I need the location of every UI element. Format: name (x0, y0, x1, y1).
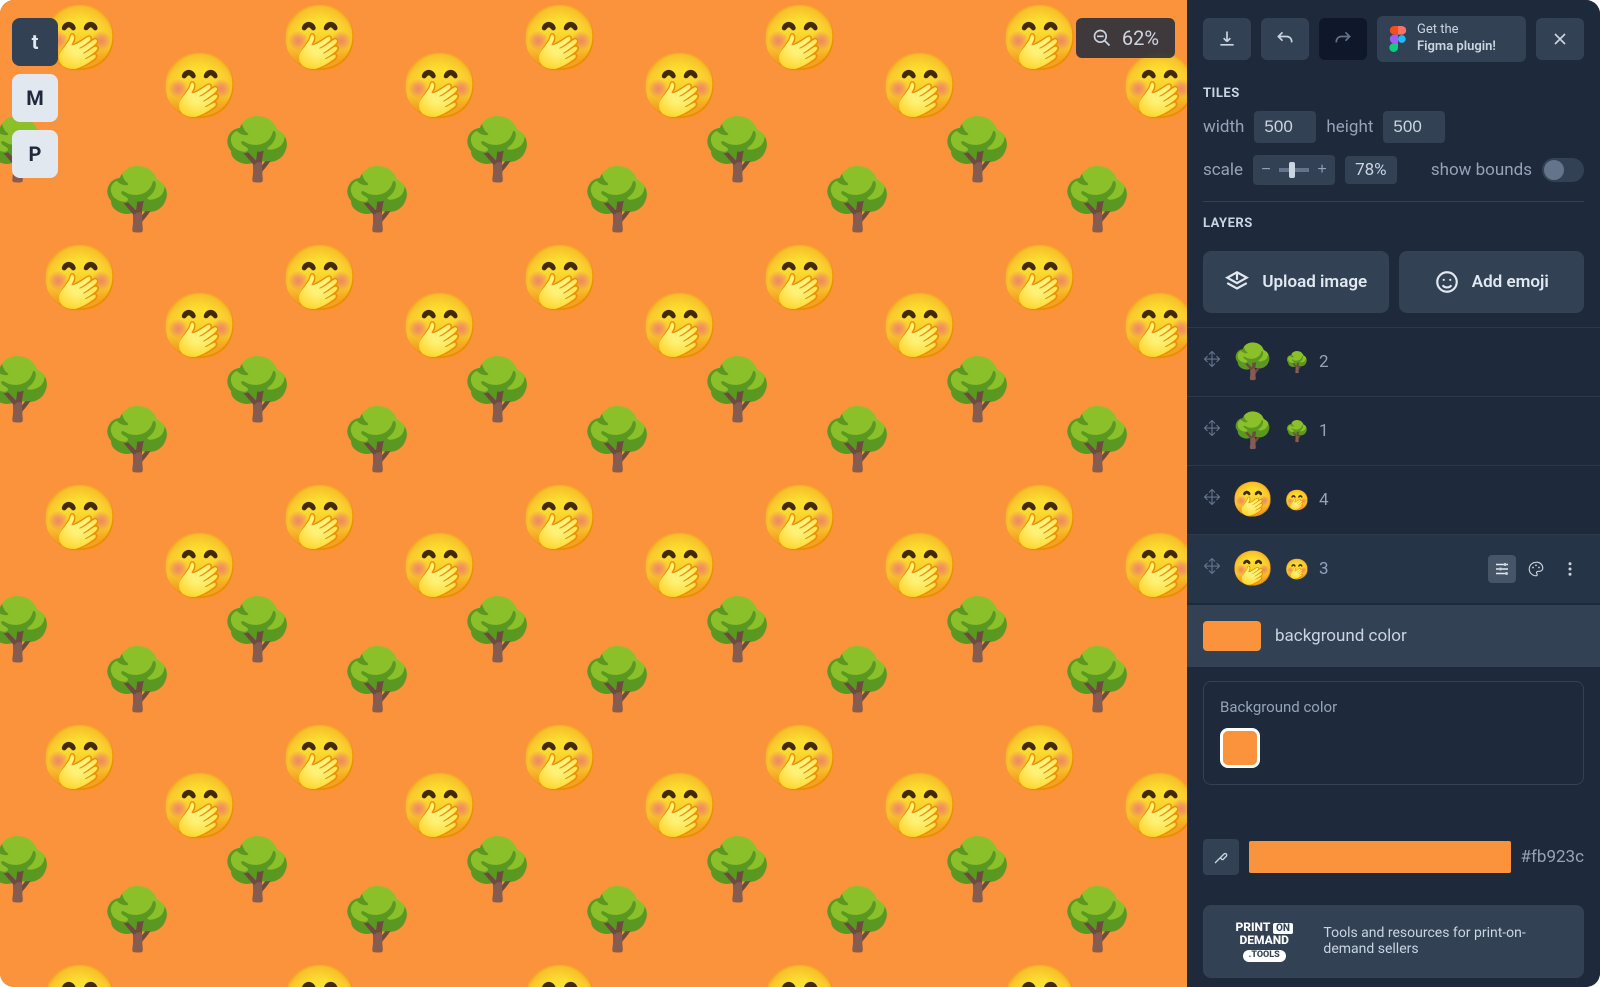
eyedropper-button[interactable] (1203, 839, 1239, 875)
pinterest-icon: P (29, 142, 42, 166)
width-label: width (1203, 117, 1244, 137)
panel-topbar: Get the Figma plugin! (1187, 0, 1600, 72)
background-edit-label: Background color (1220, 698, 1567, 716)
layer-row[interactable]: 🌳 🌳 1 (1187, 396, 1600, 465)
layer-row[interactable]: 🤭 🤭 3 (1187, 534, 1600, 603)
figma-icon (1389, 26, 1407, 52)
drag-handle-icon[interactable] (1203, 419, 1221, 442)
emoji-icon (1434, 269, 1460, 295)
layer-settings-button[interactable] (1488, 555, 1516, 583)
promo-text: Tools and resources for print-on-demand … (1323, 925, 1568, 957)
layer-index: 2 (1319, 352, 1329, 372)
layer-index: 3 (1319, 559, 1329, 579)
layer-thumb-small: 🌳 (1285, 419, 1309, 443)
layer-more-button[interactable] (1556, 555, 1584, 583)
layer-thumb: 🌳 (1231, 340, 1275, 384)
layer-row[interactable]: 🌳 🌳 2 (1187, 327, 1600, 396)
layer-thumb: 🤭 (1231, 547, 1275, 591)
show-bounds-toggle[interactable] (1542, 158, 1584, 182)
layers-heading: LAYERS (1187, 202, 1600, 241)
control-panel: Get the Figma plugin! TILES width height… (1187, 0, 1600, 987)
scale-value: 78% (1345, 156, 1397, 184)
color-bar[interactable] (1249, 841, 1511, 873)
download-button[interactable] (1203, 18, 1251, 60)
background-swatch (1203, 621, 1261, 651)
undo-icon (1275, 29, 1295, 49)
redo-button[interactable] (1319, 18, 1367, 60)
color-picker-row: #fb923c (1187, 829, 1600, 885)
eyedropper-icon (1212, 848, 1230, 866)
close-panel-button[interactable] (1536, 18, 1584, 60)
layer-thumb-small: 🤭 (1285, 557, 1309, 581)
close-icon (1550, 29, 1570, 49)
medium-button[interactable]: M (12, 74, 58, 122)
hex-value: #fb923c (1521, 847, 1584, 867)
promo-logo: PRINT ON DEMAND .TOOLS (1219, 921, 1309, 962)
scale-stepper[interactable]: − + (1253, 155, 1335, 185)
tiles-scale-row: scale − + 78% show bounds (1187, 155, 1600, 197)
background-edit-swatch[interactable] (1220, 728, 1260, 768)
medium-icon: M (26, 86, 44, 110)
pattern-canvas[interactable]: t M P 62% 🤭 🤭 🤭 🤭 🌳 🌳 🌳 🌳 🌳 (0, 0, 1187, 987)
add-emoji-label: Add emoji (1472, 272, 1549, 292)
app-root: t M P 62% 🤭 🤭 🤭 🤭 🌳 🌳 🌳 🌳 🌳 (0, 0, 1600, 987)
layer-list: 🌳 🌳 2 🌳 🌳 1 🤭 🤭 4 🤭 🤭 3 (1187, 327, 1600, 603)
tiles-heading: TILES (1187, 72, 1600, 111)
background-layer-row[interactable]: background color (1187, 605, 1600, 667)
drag-handle-icon[interactable] (1203, 350, 1221, 373)
scale-increase-button[interactable]: + (1309, 155, 1335, 185)
layer-index: 1 (1319, 421, 1329, 441)
layer-thumb: 🌳 (1231, 409, 1275, 453)
scale-label: scale (1203, 160, 1243, 180)
pattern-preview: 🤭 🤭 🤭 🤭 🌳 🌳 🌳 🌳 🌳 (0, 0, 1187, 987)
layer-color-button[interactable] (1522, 555, 1550, 583)
upload-icon (1224, 269, 1250, 295)
upload-image-button[interactable]: Upload image (1203, 251, 1389, 313)
zoom-indicator[interactable]: 62% (1076, 18, 1175, 58)
layer-thumb-small: 🤭 (1285, 488, 1309, 512)
promo-banner[interactable]: PRINT ON DEMAND .TOOLS Tools and resourc… (1203, 905, 1584, 978)
scale-decrease-button[interactable]: − (1253, 155, 1279, 185)
scale-slider[interactable] (1279, 168, 1309, 172)
figma-text: Get the Figma plugin! (1417, 22, 1496, 56)
social-bar: t M P (12, 18, 58, 178)
tumblr-icon: t (32, 30, 39, 54)
layer-button-row: Upload image Add emoji (1187, 241, 1600, 327)
layer-thumb: 🤭 (1231, 478, 1275, 522)
more-vertical-icon (1561, 560, 1579, 578)
background-label: background color (1275, 626, 1407, 646)
upload-label: Upload image (1262, 272, 1367, 292)
tumblr-button[interactable]: t (12, 18, 58, 66)
height-input[interactable] (1383, 111, 1445, 143)
palette-icon (1527, 560, 1545, 578)
height-label: height (1326, 117, 1373, 137)
pinterest-button[interactable]: P (12, 130, 58, 178)
zoom-level: 62% (1122, 26, 1159, 50)
show-bounds-label: show bounds (1431, 160, 1532, 180)
sliders-icon (1493, 560, 1511, 578)
add-emoji-button[interactable]: Add emoji (1399, 251, 1585, 313)
layer-thumb-small: 🌳 (1285, 350, 1309, 374)
background-editor: Background color (1203, 681, 1584, 785)
drag-handle-icon[interactable] (1203, 488, 1221, 511)
download-icon (1217, 29, 1237, 49)
figma-plugin-button[interactable]: Get the Figma plugin! (1377, 16, 1526, 62)
redo-icon (1333, 29, 1353, 49)
tiles-size-row: width height (1187, 111, 1600, 155)
width-input[interactable] (1254, 111, 1316, 143)
layer-index: 4 (1319, 490, 1329, 510)
drag-handle-icon[interactable] (1203, 557, 1221, 580)
layer-actions (1488, 555, 1584, 583)
layer-row[interactable]: 🤭 🤭 4 (1187, 465, 1600, 534)
zoom-out-icon (1092, 28, 1112, 48)
undo-button[interactable] (1261, 18, 1309, 60)
